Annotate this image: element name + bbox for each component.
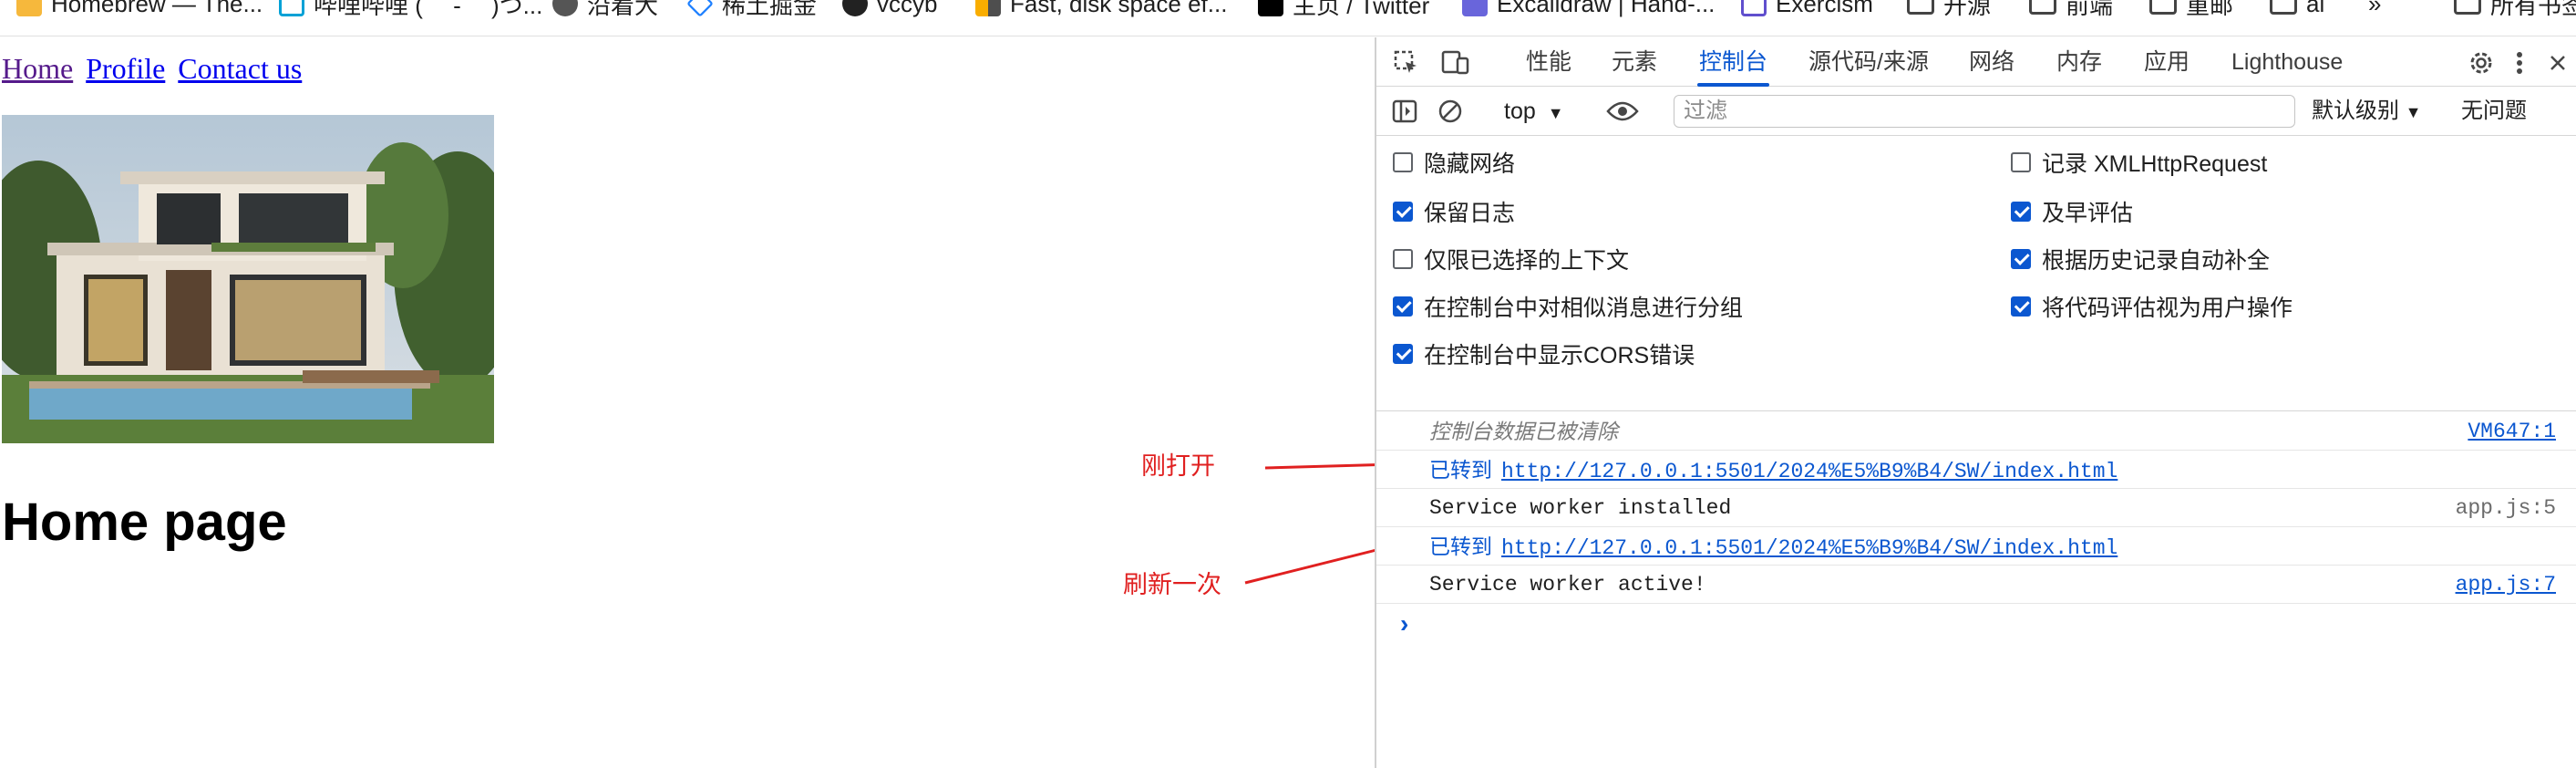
tab-sources[interactable]: 源代码/来源	[1808, 37, 1929, 87]
checkbox-checked[interactable]	[1393, 296, 1413, 317]
console-row-log: Service worker installed app.js:5	[1376, 489, 2576, 527]
bookmark-vccyb[interactable]: vccyb	[842, 0, 937, 22]
tab-performance[interactable]: 性能	[1526, 37, 1571, 87]
bookmark-folder-opensource[interactable]: 开源	[1907, 0, 1991, 22]
bookmark-juejin[interactable]: 稀土掘金	[686, 0, 817, 22]
checkbox-checked[interactable]	[2011, 296, 2031, 317]
bookmark-twitter[interactable]: 主页 / Twitter	[1258, 0, 1429, 22]
more-icon: »	[2368, 0, 2382, 17]
annotation-first-open: 刚打开	[1141, 452, 1215, 480]
page-viewport: Home Profile Contact us Home page 刚打开 刷新…	[0, 37, 1375, 768]
bookmark-folder-ai[interactable]: ai	[2270, 0, 2324, 22]
tab-console[interactable]: 控制台	[1696, 37, 1770, 87]
checkbox-checked[interactable]	[2011, 249, 2031, 269]
tab-network[interactable]: 网络	[1969, 37, 2014, 87]
option-group-similar[interactable]: 在控制台中对相似消息进行分组	[1393, 290, 1743, 323]
more-options-icon[interactable]	[2510, 48, 2529, 78]
tab-elements[interactable]: 元素	[1612, 37, 1657, 87]
folder-icon	[2454, 0, 2481, 15]
folder-icon	[2270, 0, 2297, 15]
option-autocomplete-history[interactable]: 根据历史记录自动补全	[2011, 243, 2270, 275]
arrow-refresh	[1244, 548, 1375, 585]
console-row-cleared: 控制台数据已被清除 VM647:1	[1376, 412, 2576, 451]
globe-icon	[552, 0, 578, 16]
checkbox-checked[interactable]	[1393, 344, 1413, 364]
console-settings: 隐藏网络 保留日志 仅限已选择的上下文 在控制台中对相似消息进行分组 在控制台中…	[1376, 136, 2576, 411]
settings-gear-icon[interactable]	[2467, 48, 2496, 78]
bookmark-exercism[interactable]: Exercism	[1741, 0, 1873, 22]
bookmark-globe[interactable]: 沿着大	[552, 0, 658, 22]
console-filter-input[interactable]: 过滤	[1674, 95, 2295, 128]
console-message: 已转到	[1429, 458, 1492, 482]
exercism-icon	[1741, 0, 1767, 16]
bookmarks-bar: Homebrew — The... 哔哩哔哩 ( ゜- ゜)つ... 沿着大 稀…	[0, 0, 2576, 36]
option-log-xhr[interactable]: 记录 XMLHttpRequest	[2011, 146, 2267, 179]
console-toolbar: top ▼ 过滤 默认级别 ▼ 无问题	[1376, 87, 2576, 136]
option-show-cors-errors[interactable]: 在控制台中显示CORS错误	[1393, 337, 1695, 370]
bookmark-homebrew[interactable]: Homebrew — The...	[16, 0, 263, 22]
context-selector[interactable]: top ▼	[1504, 87, 1564, 136]
github-icon	[842, 0, 868, 16]
device-toolbar-icon[interactable]	[1440, 49, 1471, 77]
clear-console-icon[interactable]	[1437, 98, 1464, 125]
option-eval-user-activation[interactable]: 将代码评估视为用户操作	[2011, 290, 2293, 323]
option-preserve-log[interactable]: 保留日志	[1393, 195, 1515, 228]
live-expression-eye-icon[interactable]	[1606, 98, 1639, 125]
checkbox[interactable]	[1393, 249, 1413, 269]
bilibili-icon	[279, 0, 304, 16]
option-hide-network[interactable]: 隐藏网络	[1393, 146, 1515, 179]
folder-icon	[2029, 0, 2056, 15]
pnpm-icon	[975, 0, 1001, 16]
excalidraw-icon	[1462, 0, 1488, 16]
close-devtools-icon[interactable]	[2549, 48, 2567, 78]
log-levels-dropdown[interactable]: 默认级别 ▼	[2312, 87, 2422, 136]
console-source-link[interactable]: app.js:5	[2456, 489, 2556, 527]
console-message: 控制台数据已被清除	[1429, 420, 1618, 443]
chevron-down-icon: ▼	[2405, 103, 2422, 121]
homebrew-icon	[16, 0, 42, 16]
console-message: Service worker active!	[1429, 573, 1706, 597]
navigated-url-link[interactable]: http://127.0.0.1:5501/2024%E5%B9%B4/SW/i…	[1501, 536, 2117, 560]
bookmark-all[interactable]: 所有书签	[2454, 0, 2576, 22]
tab-application[interactable]: 应用	[2144, 37, 2190, 87]
checkbox[interactable]	[2011, 152, 2031, 172]
arrow-first-open	[1264, 463, 1375, 470]
bookmark-folder-frontend[interactable]: 前端	[2029, 0, 2113, 22]
console-row-log: Service worker active! app.js:7	[1376, 566, 2576, 604]
annotation-refresh-once: 刷新一次	[1123, 571, 1221, 598]
tab-memory[interactable]: 内存	[2056, 37, 2102, 87]
more-bookmarks-button[interactable]: »	[2368, 0, 2381, 22]
bookmark-excalidraw[interactable]: Excalidraw | Hand-...	[1462, 0, 1715, 22]
chevron-down-icon: ▼	[1547, 104, 1564, 122]
checkbox-checked[interactable]	[1393, 202, 1413, 222]
option-eager-evaluation[interactable]: 及早评估	[2011, 195, 2133, 228]
tab-lighthouse[interactable]: Lighthouse	[2231, 37, 2343, 87]
devtools-tabbar: 性能 元素 控制台 源代码/来源 网络 内存 应用 Lighthouse	[1376, 37, 2576, 87]
bookmark-bilibili[interactable]: 哔哩哔哩 ( ゜- ゜)つ...	[279, 0, 542, 22]
bookmark-pnpm[interactable]: Fast, disk space ef...	[975, 0, 1227, 22]
console-row-navigated: 已转到 http://127.0.0.1:5501/2024%E5%B9%B4/S…	[1376, 451, 2576, 489]
console-prompt-chevron-icon[interactable]: ›	[1400, 609, 1408, 638]
checkbox[interactable]	[1393, 152, 1413, 172]
folder-icon	[1907, 0, 1934, 15]
console-source-link[interactable]: app.js:7	[2456, 566, 2556, 604]
devtools-panel: 性能 元素 控制台 源代码/来源 网络 内存 应用 Lighthouse top…	[1375, 37, 2576, 768]
folder-icon	[2149, 0, 2177, 15]
juejin-icon	[686, 0, 714, 17]
console-message: 已转到	[1429, 534, 1492, 558]
checkbox-checked[interactable]	[2011, 202, 2031, 222]
option-selected-context-only[interactable]: 仅限已选择的上下文	[1393, 243, 1629, 275]
console-message: Service worker installed	[1429, 496, 1732, 520]
x-icon	[1258, 0, 1283, 16]
annotation-arrows	[1244, 463, 1375, 585]
issues-counter[interactable]: 无问题	[2461, 87, 2527, 136]
console-source-link[interactable]: VM647:1	[2468, 412, 2556, 451]
navigated-url-link[interactable]: http://127.0.0.1:5501/2024%E5%B9%B4/SW/i…	[1501, 460, 2117, 483]
sidebar-toggle-icon[interactable]	[1391, 98, 1418, 125]
console-row-navigated: 已转到 http://127.0.0.1:5501/2024%E5%B9%B4/S…	[1376, 527, 2576, 566]
bookmark-folder-cqupt[interactable]: 重邮	[2149, 0, 2233, 22]
inspect-element-icon[interactable]	[1393, 49, 1420, 77]
